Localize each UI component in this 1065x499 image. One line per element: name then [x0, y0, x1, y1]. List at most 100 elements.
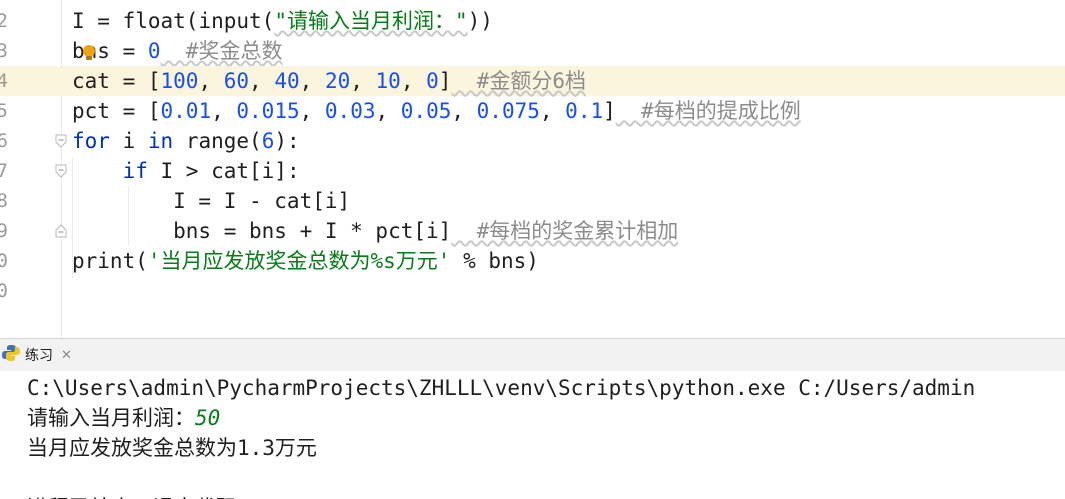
code-token: for	[72, 129, 110, 153]
run-console[interactable]: C:\Users\admin\PycharmProjects\ZHLLL\ven…	[0, 371, 1065, 499]
code-line[interactable]: 0 print('当月应发放奖金总数为%s万元' % bns)	[0, 246, 1065, 276]
run-tab[interactable]: 练习 ✕	[0, 339, 80, 371]
code-token: "请输入当月利润："	[274, 9, 468, 33]
lightbulb-icon[interactable]	[82, 44, 96, 62]
code-token: 0	[147, 39, 161, 63]
code-token: 0.1	[565, 99, 604, 123]
code-token: 0.015	[236, 99, 300, 123]
code-token: ):	[274, 129, 300, 153]
code-token: ,	[249, 69, 275, 93]
code-token: 0.03	[324, 99, 376, 123]
line-number: 0	[0, 250, 8, 272]
console-line: 进程已结束，退出代码 0	[27, 493, 262, 499]
code-token: #金额分6档	[451, 69, 587, 93]
line-number: 8	[0, 190, 8, 212]
code-token: input	[198, 9, 262, 33]
console-line: 请输入当月利润：50	[27, 403, 220, 433]
code-token: 60	[223, 69, 250, 93]
code-token: 10	[375, 69, 401, 93]
console-line: 当月应发放奖金总数为1.3万元	[27, 433, 317, 463]
code-line[interactable]: 3 bns = 0 #奖金总数	[0, 36, 1065, 66]
code-token: 0	[426, 69, 439, 93]
code-text: bns = bns + I * pct[i] #每档的奖金累计相加	[72, 216, 678, 246]
close-icon[interactable]: ✕	[61, 348, 72, 363]
code-token: 20	[324, 69, 351, 93]
line-number: 3	[0, 40, 8, 62]
code-token: #每档的提成比例	[615, 99, 801, 123]
code-text: I = I - cat[i]	[72, 186, 350, 216]
code-token: [	[147, 69, 161, 93]
code-token: ,	[299, 99, 325, 123]
code-token: pct =	[72, 99, 148, 123]
code-line[interactable]: 8 I = I - cat[i]	[0, 186, 1065, 216]
code-token: print	[72, 249, 136, 273]
line-number: 2	[0, 10, 8, 32]
line-number: 4	[0, 70, 8, 92]
code-token: 40	[274, 69, 300, 93]
console-text: 请输入当月利润：	[27, 406, 195, 430]
code-token: I =	[72, 9, 123, 33]
console-text: C:\Users\admin\PycharmProjects\ZHLLL\ven…	[27, 376, 976, 400]
code-token: I > cat[i]:	[147, 159, 300, 183]
code-token: in	[147, 129, 174, 153]
line-number: 7	[0, 160, 8, 182]
code-token: ,	[211, 99, 237, 123]
code-line[interactable]: 5 pct = [0.01, 0.015, 0.03, 0.05, 0.075, …	[0, 96, 1065, 126]
code-token: ]	[438, 69, 452, 93]
code-token: float	[122, 9, 186, 33]
code-token: range(	[173, 129, 262, 153]
code-token: ]	[603, 99, 616, 123]
line-number: 0	[0, 280, 8, 302]
code-token: #奖金总数	[160, 39, 283, 63]
fold-collapse-icon[interactable]	[55, 134, 67, 148]
run-tab-label: 练习	[25, 348, 53, 364]
code-line[interactable]: 4 cat = [100, 60, 40, 20, 10, 0] #金额分6档	[0, 66, 1065, 96]
line-number: 5	[0, 100, 8, 122]
code-line[interactable]: 7 if I > cat[i]:	[0, 156, 1065, 186]
code-token: '当月应发放奖金总数为%s万元'	[147, 249, 451, 273]
code-token: ,	[539, 99, 566, 123]
code-line[interactable]: 6 for i in range(6):	[0, 126, 1065, 156]
code-token: ,	[198, 69, 224, 93]
code-text: print('当月应发放奖金总数为%s万元' % bns)	[72, 246, 539, 276]
code-token: ))	[467, 9, 493, 33]
code-token: 0.05	[400, 99, 452, 123]
code-line[interactable]: 9 bns = bns + I * pct[i] #每档的奖金累计相加	[0, 216, 1065, 246]
code-token: [	[147, 99, 161, 123]
console-user-input: 50	[195, 406, 221, 430]
code-token: 100	[160, 69, 199, 93]
code-text: for i in range(6):	[72, 126, 300, 156]
indent-guide	[72, 158, 73, 278]
code-token: I = I - cat[i]	[72, 189, 351, 213]
code-text: bns = 0 #奖金总数	[72, 36, 282, 66]
code-token: (	[261, 9, 275, 33]
code-token: ,	[350, 69, 376, 93]
code-token: 6	[261, 129, 275, 153]
code-token: cat =	[72, 69, 148, 93]
console-line: C:\Users\admin\PycharmProjects\ZHLLL\ven…	[27, 373, 975, 403]
code-text: I = float(input("请输入当月利润："))	[72, 6, 493, 36]
code-editor[interactable]: 2I = float(input("请输入当月利润：")) 3 bns = 0 #奖…	[0, 0, 1065, 338]
console-text: 当月应发放奖金总数为1.3万元	[27, 436, 317, 460]
code-token: ,	[400, 69, 427, 93]
code-text: if I > cat[i]:	[72, 156, 300, 186]
code-text: cat = [100, 60, 40, 20, 10, 0] #金额分6档	[72, 66, 586, 96]
code-token: ,	[451, 99, 477, 123]
fold-end-icon[interactable]	[55, 224, 67, 238]
code-token: ,	[299, 69, 325, 93]
line-number: 6	[0, 130, 8, 152]
code-token: % bns)	[450, 249, 539, 273]
code-token: 0.01	[160, 99, 212, 123]
code-token: if	[122, 159, 148, 183]
code-line[interactable]: 2I = float(input("请输入当月利润："))	[0, 6, 1065, 36]
code-text: pct = [0.01, 0.015, 0.03, 0.05, 0.075, 0…	[72, 96, 801, 126]
code-token: ,	[375, 99, 401, 123]
fold-collapse-icon[interactable]	[55, 164, 67, 178]
code-line[interactable]: 0	[0, 276, 1065, 306]
code-token: #每档的奖金累计相加	[451, 219, 679, 243]
code-token: i	[109, 129, 148, 153]
code-token: (	[135, 249, 148, 273]
code-token: 0.075	[476, 99, 540, 123]
code-token: (	[185, 9, 199, 33]
